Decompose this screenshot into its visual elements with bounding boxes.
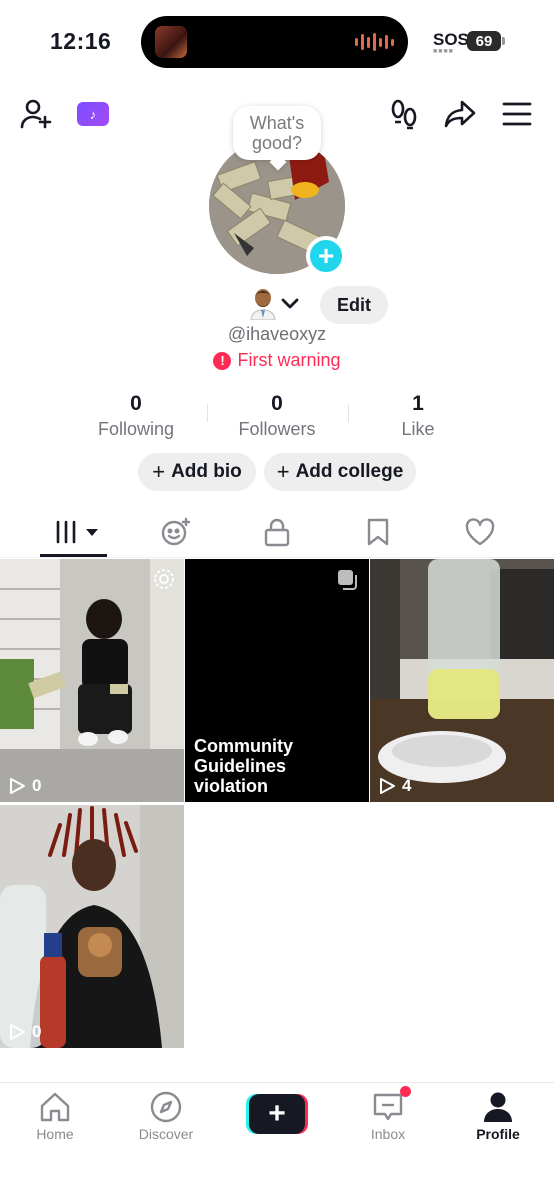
view-count: 0 <box>8 1022 41 1042</box>
view-count-value: 4 <box>402 776 412 795</box>
inbox-icon <box>373 1093 403 1121</box>
status-time: 12:16 <box>50 28 112 54</box>
dynamic-island[interactable] <box>141 16 408 68</box>
nav-discover[interactable]: Discover <box>116 1090 216 1142</box>
note-bubble[interactable]: What's good? <box>233 106 321 160</box>
tab-favorites[interactable] <box>348 510 408 554</box>
create-button[interactable]: + <box>246 1094 308 1134</box>
nav-inbox-label: Inbox <box>370 1126 406 1142</box>
view-count: 0 <box>8 776 41 796</box>
username-handle: @ihaveoxyz <box>227 324 327 344</box>
add-college-button[interactable]: + Add college <box>264 453 416 491</box>
following-count: 0 <box>130 392 142 415</box>
reposts-icon <box>161 517 191 546</box>
battery-level: 69 <box>475 32 493 50</box>
stat-likes[interactable]: 1 Like <box>348 392 488 441</box>
private-icon <box>264 518 290 547</box>
add-story-button[interactable]: + <box>306 236 346 276</box>
menu-icon[interactable] <box>499 96 535 132</box>
compass-icon <box>150 1091 182 1123</box>
liked-icon <box>465 518 495 546</box>
play-icon <box>380 778 395 794</box>
tab-private[interactable] <box>247 510 307 554</box>
home-icon <box>40 1092 70 1122</box>
pin-icon <box>153 568 175 595</box>
likes-count: 1 <box>412 392 424 415</box>
inbox-notification-dot <box>400 1086 411 1097</box>
nav-discover-label: Discover <box>138 1126 194 1142</box>
add-friend-icon[interactable] <box>18 96 54 132</box>
video-thumbnail[interactable]: 0 <box>0 805 184 1048</box>
profile-icon <box>484 1092 512 1122</box>
favorites-icon <box>367 518 389 546</box>
videos-icon <box>56 520 98 544</box>
nav-home[interactable]: Home <box>5 1090 105 1142</box>
account-switch-chevron-icon[interactable] <box>280 294 300 319</box>
following-label: Following <box>97 419 175 439</box>
battery-icon: 69 <box>467 31 501 51</box>
bottom-nav-divider <box>0 1082 554 1083</box>
play-icon <box>10 778 25 794</box>
battery-tip <box>502 37 505 45</box>
plus-icon: + <box>152 459 166 484</box>
multi-photo-icon <box>336 568 360 597</box>
likes-label: Like <box>401 419 435 439</box>
stat-followers[interactable]: 0 Followers <box>207 392 347 441</box>
plus-icon: + <box>276 459 290 484</box>
signal-icon: ■■■■ <box>433 48 454 55</box>
nav-home-label: Home <box>36 1126 74 1142</box>
carrier-label: SOS <box>433 30 469 49</box>
video-thumbnail-removed[interactable]: Community Guidelines violation <box>185 559 369 802</box>
stat-following[interactable]: 0 Following <box>66 392 206 441</box>
nav-profile-label: Profile <box>476 1126 520 1142</box>
play-icon <box>10 1024 25 1040</box>
avatar-emoji-icon[interactable] <box>249 288 277 321</box>
nav-inbox[interactable]: Inbox <box>338 1090 438 1142</box>
view-count-value: 0 <box>32 1022 42 1041</box>
violation-label: Community Guidelines violation <box>194 736 293 796</box>
add-college-label: Add college <box>295 461 404 482</box>
account-warning[interactable]: ! First warning <box>0 350 554 371</box>
video-thumbnail[interactable]: 0 <box>0 559 184 802</box>
plus-icon: + <box>249 1094 305 1134</box>
share-icon[interactable] <box>442 96 478 132</box>
tab-reposts[interactable] <box>146 510 206 554</box>
nav-profile[interactable]: Profile <box>448 1090 548 1142</box>
view-count: 4 <box>378 776 411 796</box>
warning-icon: ! <box>213 351 232 370</box>
tab-videos[interactable] <box>44 510 104 554</box>
followers-label: Followers <box>238 419 316 439</box>
tab-divider <box>0 557 554 558</box>
video-thumbnail[interactable]: 4 <box>370 559 554 802</box>
now-playing-artwork <box>155 26 187 58</box>
view-count-value: 0 <box>32 776 42 795</box>
audio-waveform-icon <box>355 32 394 52</box>
add-bio-button[interactable]: + Add bio <box>138 453 256 491</box>
warning-text: First warning <box>237 350 341 370</box>
add-bio-label: Add bio <box>171 461 242 482</box>
followers-count: 0 <box>271 392 283 415</box>
tab-liked[interactable] <box>450 510 510 554</box>
tiktok-studio-icon[interactable]: ♪ <box>77 102 109 126</box>
footprints-icon[interactable] <box>386 96 422 132</box>
edit-profile-button[interactable]: Edit <box>320 286 388 324</box>
